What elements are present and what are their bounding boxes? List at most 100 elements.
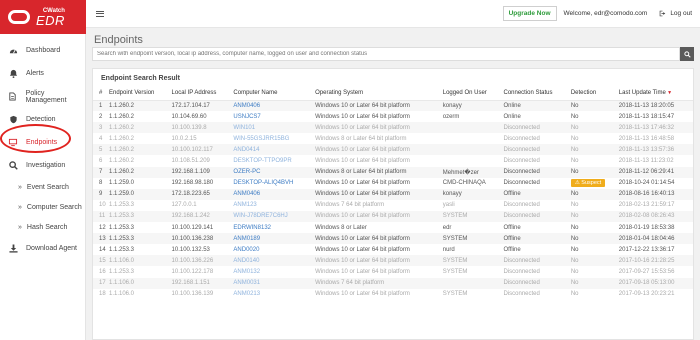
table-cell: 13	[93, 233, 107, 245]
table-row[interactable]: 5 1.1.260.2 10.100.102.117 AND0414 Windows 1…	[93, 144, 693, 156]
sidebar-item-computer-search[interactable]: » Computer Search	[0, 197, 85, 217]
topbar: Upgrade Now Welcome, edr@comodo.com Log …	[86, 0, 700, 28]
computer-name-link[interactable]: EDRWIN8132	[231, 222, 313, 233]
search-bar	[92, 47, 694, 61]
menu-icon[interactable]	[96, 9, 104, 18]
table-cell: 9	[93, 188, 107, 200]
computer-name-link[interactable]: DESKTOP-TTPO9PR	[231, 155, 313, 166]
table-cell: 18	[99, 291, 106, 298]
computer-name-link[interactable]: ANM0213	[231, 289, 313, 300]
table-cell: Windows 7 64 bit platform	[315, 202, 385, 209]
table-cell: No	[570, 113, 579, 120]
sidebar-item-label: Endpoints	[26, 139, 58, 146]
sidebar-item-investigation[interactable]: Investigation	[0, 154, 85, 177]
table-row[interactable]: 3 1.1.260.2 10.100.139.8 WIN101 Windows 10 o…	[93, 122, 693, 134]
table-cell: Offline	[503, 224, 521, 231]
computer-name-link[interactable]: ANM0031	[231, 277, 314, 289]
table-cell: Windows 10 or Later 64 bit platform	[315, 180, 410, 187]
table-cell: 2018-11-13 17:46:32	[616, 122, 693, 134]
table-row[interactable]: 15 1.1.106.0 10.100.136.226 AND0140 Windows …	[93, 255, 693, 267]
sidebar-item-detection[interactable]: Detection	[0, 108, 85, 131]
table-cell: SYSTEM	[440, 233, 502, 245]
table-cell: No	[570, 224, 579, 231]
computer-name-link[interactable]: ANM0406	[231, 100, 314, 112]
table-cell: 10.100.139.8	[169, 122, 232, 134]
upgrade-button[interactable]: Upgrade Now	[502, 6, 557, 21]
sidebar-item-download-agent[interactable]: Download Agent	[0, 237, 85, 260]
table-cell: 1.1.106.0	[107, 255, 170, 267]
table-cell: 1.1.260.2	[107, 144, 170, 156]
logout-label: Log out	[670, 10, 692, 17]
column-header[interactable]: Last Update Time ▼	[616, 87, 693, 101]
sidebar-item-alerts[interactable]: Alerts	[0, 62, 85, 85]
download-icon	[8, 244, 18, 254]
monitor-icon	[8, 138, 18, 148]
table-row[interactable]: 4 1.1.260.2 10.0.2.15 WIN-55GSJRR15BG Window…	[93, 133, 693, 144]
computer-name-link[interactable]: WIN-J78DRE7C6HJ	[231, 210, 314, 223]
column-header[interactable]: Operating System	[313, 87, 441, 101]
table-cell: nurd	[442, 246, 455, 253]
sidebar-item-dashboard[interactable]: Dashboard	[0, 39, 85, 62]
sidebar-item-endpoints[interactable]: Endpoints	[0, 131, 85, 154]
table-cell: 2	[99, 113, 103, 120]
logout-button[interactable]: Log out	[659, 10, 692, 17]
table-cell: 10.100.102.117	[169, 144, 232, 156]
computer-name-link[interactable]: WIN101	[231, 122, 314, 134]
table-cell: edr	[442, 224, 452, 231]
table-row[interactable]: 7 1.1.260.2 192.168.1.109 OZER-PC Windows 8 …	[93, 166, 693, 178]
sidebar-item-policy-management[interactable]: Policy Management	[0, 85, 85, 108]
computer-name-link[interactable]: AND0140	[231, 255, 314, 267]
table-row[interactable]: 18 1.1.106.0 10.100.136.139 ANM0213 Windows …	[93, 289, 693, 300]
computer-name-link[interactable]: ANM123	[231, 200, 313, 211]
column-header[interactable]: #	[93, 87, 107, 101]
table-row[interactable]: 9 1.1.259.0 172.18.223.65 ANM0406 Windows 10…	[93, 188, 693, 200]
table-cell: Online	[503, 113, 521, 120]
column-header[interactable]: Logged On User	[440, 87, 502, 101]
table-cell: 192.168.98.180	[171, 180, 214, 187]
table-row[interactable]: 6 1.1.260.2 10.108.51.209 DESKTOP-TTPO9PR Wi…	[93, 155, 693, 166]
search-icon	[683, 50, 691, 58]
computer-name-link[interactable]: WIN-55GSJRR15BG	[231, 133, 313, 144]
table-row[interactable]: 12 1.1.253.3 10.100.129.141 EDRWIN8132 Windo…	[93, 222, 693, 233]
suspect-badge[interactable]: ⚠ Suspect	[570, 179, 606, 188]
column-header[interactable]: Connection Status	[501, 87, 569, 101]
bell-icon	[8, 69, 18, 79]
computer-name-link[interactable]: ANM0132	[231, 266, 313, 277]
column-header[interactable]: Endpoint Version	[107, 87, 170, 101]
brand-logo[interactable]: CWatch EDR	[0, 0, 86, 34]
table-cell: SYSTEM	[440, 255, 502, 267]
brand-line2: EDR	[36, 12, 65, 28]
table-row[interactable]: 10 1.1.253.3 127.0.0.1 ANM123 Windows 7 64 b…	[93, 200, 693, 211]
computer-name-link[interactable]: DESKTOP-ALIQ4BVH	[231, 178, 313, 189]
table-cell: 1.1.253.3	[109, 268, 135, 275]
table-row[interactable]: 16 1.1.253.3 10.100.122.178 ANM0132 Windows …	[93, 266, 693, 277]
computer-name-link[interactable]: AND0414	[231, 144, 314, 156]
sidebar-nav: Dashboard Alerts Policy Management Detectio…	[0, 34, 85, 260]
computer-name-link[interactable]: OZER-PC	[231, 166, 314, 178]
table-row[interactable]: 8 1.1.259.0 192.168.98.180 DESKTOP-ALIQ4BVH…	[93, 178, 693, 189]
table-cell: 1.1.259.0	[109, 180, 135, 187]
computer-name-link[interactable]: ANM0406	[231, 188, 314, 200]
computer-name-link[interactable]: AND0020	[231, 244, 313, 255]
search-button[interactable]	[680, 47, 694, 61]
table-cell: 127.0.0.1	[171, 202, 197, 209]
sidebar-item-hash-search[interactable]: » Hash Search	[0, 217, 85, 237]
table-cell: Windows 10 or Later 64 bit platform	[315, 291, 410, 298]
computer-name-link[interactable]: USNJCS7	[231, 111, 313, 122]
column-header[interactable]: Detection	[568, 87, 617, 101]
endpoints-table: # Endpoint Version Local IP Address Compute…	[93, 87, 693, 300]
computer-name-link[interactable]: ANM0189	[231, 233, 314, 245]
table-row[interactable]: 11 1.1.253.3 192.168.1.242 WIN-J78DRE7C6HJ W…	[93, 210, 693, 223]
table-row[interactable]: 1 1.1.260.2 172.17.104.17 ANM0406 Windows 10…	[93, 100, 693, 112]
table-cell: 2018-01-19 18:53:38	[618, 224, 675, 231]
table-row[interactable]: 17 1.1.106.0 192.168.1.151 ANM0031 Windows 7…	[93, 277, 693, 289]
table-row[interactable]: 13 1.1.253.3 10.100.136.238 ANM0189 Windows …	[93, 233, 693, 245]
column-header[interactable]: Local IP Address	[169, 87, 232, 101]
table-row[interactable]: 14 1.1.253.3 10.100.132.53 AND0020 Windows 1…	[93, 244, 693, 255]
search-input[interactable]	[92, 47, 680, 61]
column-header[interactable]: Computer Name	[231, 87, 314, 101]
table-cell: 2018-11-12 06:29:41	[616, 166, 693, 178]
sidebar-item-event-search[interactable]: » Event Search	[0, 177, 85, 197]
table-cell: 2017-09-18 05:13:00	[616, 277, 693, 289]
table-row[interactable]: 2 1.1.260.2 10.104.69.60 USNJCS7 Windows 10 …	[93, 111, 693, 122]
